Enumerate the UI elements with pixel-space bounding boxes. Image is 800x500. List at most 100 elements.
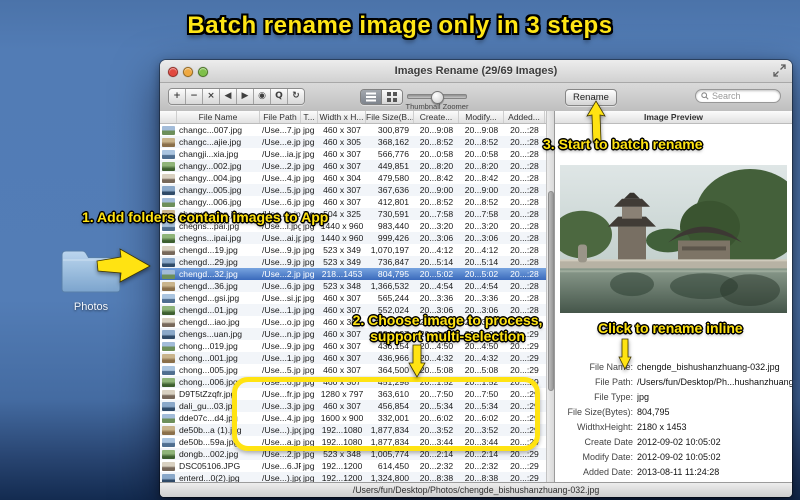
cell-file-size: 614,450	[377, 461, 409, 471]
cell-file-path: /Use...6.jpg	[262, 197, 301, 207]
info-value[interactable]: chengde_bishushanzhuang-032.jpg	[637, 362, 792, 372]
cell-file-name: chengd...29.jpg	[179, 257, 238, 267]
remove-button[interactable]: −	[186, 89, 203, 104]
cell-added: 20...:28	[510, 281, 539, 291]
table-row[interactable]: changy...006.jpg /Use...6.jpg jpg 460 x …	[160, 196, 546, 208]
cell-file-name: chong...005.jpg	[179, 365, 238, 375]
table-row[interactable]: changy...002.jpg /Use...2.jpg jpg 460 x …	[160, 160, 546, 172]
info-value[interactable]: 2180 x 1453	[637, 422, 792, 432]
cell-file-name: chengd...iao.jpg	[179, 317, 240, 327]
cell-created: 20...3:36	[419, 293, 454, 303]
minimize-window-button[interactable]	[183, 67, 193, 77]
cell-file-path: /Use...9.jpg	[262, 245, 301, 255]
cell-created: 20...8:52	[419, 197, 454, 207]
annotation-step1: 1. Add folders contain images to App	[82, 209, 329, 225]
table-row[interactable]: changc...ajie.jpg /Use...e.jpg jpg 460 x…	[160, 136, 546, 148]
cell-file-type: jpg	[303, 281, 315, 291]
cell-file-path: /Use...si.jpg	[262, 293, 301, 303]
file-thumbnail	[160, 257, 177, 267]
search-input[interactable]: Search	[695, 89, 781, 103]
rename-button[interactable]: Rename	[565, 89, 617, 106]
preview-header: Image Preview	[555, 111, 792, 124]
cell-added: 20...:29	[510, 461, 539, 471]
table-row[interactable]: chong...005.jpg /Use...5.jpg jpg 460 x 3…	[160, 364, 546, 376]
toolbar: + − × ◀ ▶ ◉ Q ↻ Thumbnail Zoomer Rename Searc	[160, 83, 792, 112]
cell-file-name: chengd...36.jpg	[179, 281, 238, 291]
table-row[interactable]: chengd...gsi.jpg /Use...si.jpg jpg 460 x…	[160, 292, 546, 304]
cell-file-size: 364,500	[377, 365, 409, 375]
file-thumbnail	[160, 425, 177, 435]
tutorial-caption: Batch rename image only in 3 steps	[187, 12, 613, 39]
next-button[interactable]: ▶	[237, 89, 254, 104]
column-header-file-path[interactable]: File Path	[260, 111, 301, 123]
info-line: File Name: chengde_bishushanzhuang-032.j…	[555, 359, 792, 374]
column-header-dimensions[interactable]: Width x H...	[318, 111, 366, 123]
search-icon	[701, 92, 709, 100]
table-header: File Name File Path T... Width x H... Fi…	[160, 111, 546, 124]
table-row[interactable]: changy...005.jpg /Use...5.jpg jpg 460 x …	[160, 184, 546, 196]
title-bar[interactable]: Images Rename (29/69 Images)	[160, 60, 792, 83]
table-row[interactable]: changc...007.jpg /Use...7.jpg jpg 460 x …	[160, 124, 546, 136]
table-row[interactable]: changji...xia.jpg /Use...ia.jpg jpg 460 …	[160, 148, 546, 160]
cell-file-type: jpg	[303, 197, 315, 207]
cell-added: 20...:29	[510, 365, 539, 375]
cell-added: 20...:28	[510, 245, 539, 255]
cell-modified: 20...5:14	[464, 257, 499, 267]
cell-file-size: 730,591	[377, 209, 409, 219]
table-row[interactable]: changy...004.jpg /Use...4.jpg jpg 460 x …	[160, 172, 546, 184]
column-header-file-size[interactable]: File Size(B...	[366, 111, 414, 123]
column-header-create[interactable]: Create...	[414, 111, 459, 123]
file-thumbnail	[160, 461, 177, 471]
previous-button[interactable]: ◀	[220, 89, 237, 104]
table-row[interactable]: chong...001.jpg /Use...1.jpg jpg 460 x 3…	[160, 352, 546, 364]
cell-file-name: chong...019.jpg	[179, 341, 238, 351]
table-row[interactable]: chengd...19.jpg /Use...9.jpg jpg 523 x 3…	[160, 244, 546, 256]
table-row[interactable]: chegns...ipai.jpg /Use...ai.jpg jpg 1440…	[160, 232, 546, 244]
cell-added: 20...:28	[510, 209, 539, 219]
info-label: Added Date:	[582, 466, 633, 477]
close-window-button[interactable]	[168, 67, 178, 77]
info-value[interactable]: 2012-09-02 10:05:02	[637, 437, 792, 447]
info-value[interactable]: 2013-08-11 11:24:28	[637, 467, 792, 477]
file-thumbnail	[160, 173, 177, 183]
cell-file-type: jpg	[303, 461, 315, 471]
info-line: File Type: jpg	[555, 389, 792, 404]
info-value[interactable]: 2012-09-02 10:05:02	[637, 452, 792, 462]
fullscreen-icon[interactable]	[773, 64, 786, 77]
table-row[interactable]: DSC05106.JPG /Use...6.JPG jpg 192...1200…	[160, 460, 546, 472]
photos-folder[interactable]: Photos	[54, 246, 128, 313]
column-header-added[interactable]: Added...	[504, 111, 545, 123]
column-header-modify[interactable]: Modify...	[459, 111, 504, 123]
cell-file-size: 1,070,197	[370, 245, 409, 255]
table-scrollbar[interactable]	[546, 111, 554, 482]
cell-file-path: /Use...n.jpg	[262, 329, 301, 339]
table-row[interactable]: chengd...29.jpg /Use...9.jpg jpg 523 x 3…	[160, 256, 546, 268]
table-row[interactable]: chengd...32.jpg /Use...2.jpg jpg 218...1…	[160, 268, 546, 280]
file-thumbnail	[160, 413, 177, 423]
cell-added: 20...:28	[510, 137, 539, 147]
column-header-file-name[interactable]: File Name	[177, 111, 260, 123]
zoom-window-button[interactable]	[198, 67, 208, 77]
column-header-type[interactable]: T...	[301, 111, 318, 123]
cell-modified: 20...8:42	[464, 173, 499, 183]
cell-created: 20...8:52	[419, 137, 454, 147]
info-value[interactable]: jpg	[637, 392, 792, 402]
folder-icon	[61, 250, 121, 293]
add-button[interactable]: +	[169, 89, 186, 104]
info-value[interactable]: 804,795	[637, 407, 792, 417]
cell-file-path: /Use...1.jpg	[262, 305, 301, 315]
column-header-thumb[interactable]	[160, 111, 177, 123]
delete-button[interactable]: ×	[203, 89, 220, 104]
thumbnail-zoomer-slider[interactable]	[407, 90, 467, 104]
cell-file-path: /Use...ia.jpg	[262, 149, 301, 159]
info-value[interactable]: /Users/fun/Desktop/Ph...hushanzhuang-032…	[637, 377, 792, 387]
cell-file-path: /Use...2.jpg	[262, 269, 301, 279]
target-button[interactable]: ◉	[254, 89, 271, 104]
table-row[interactable]: chengd...36.jpg /Use...6.jpg jpg 523 x 3…	[160, 280, 546, 292]
file-thumbnail	[160, 365, 177, 375]
refresh-button[interactable]: ↻	[288, 89, 304, 104]
scrollbar-thumb[interactable]	[547, 191, 554, 391]
cell-file-name: chong...001.jpg	[179, 353, 238, 363]
table-row[interactable]: enterd...0(2).jpg /Use...).jpg jpg 192..…	[160, 472, 546, 482]
magnify-button[interactable]: Q	[271, 89, 288, 104]
